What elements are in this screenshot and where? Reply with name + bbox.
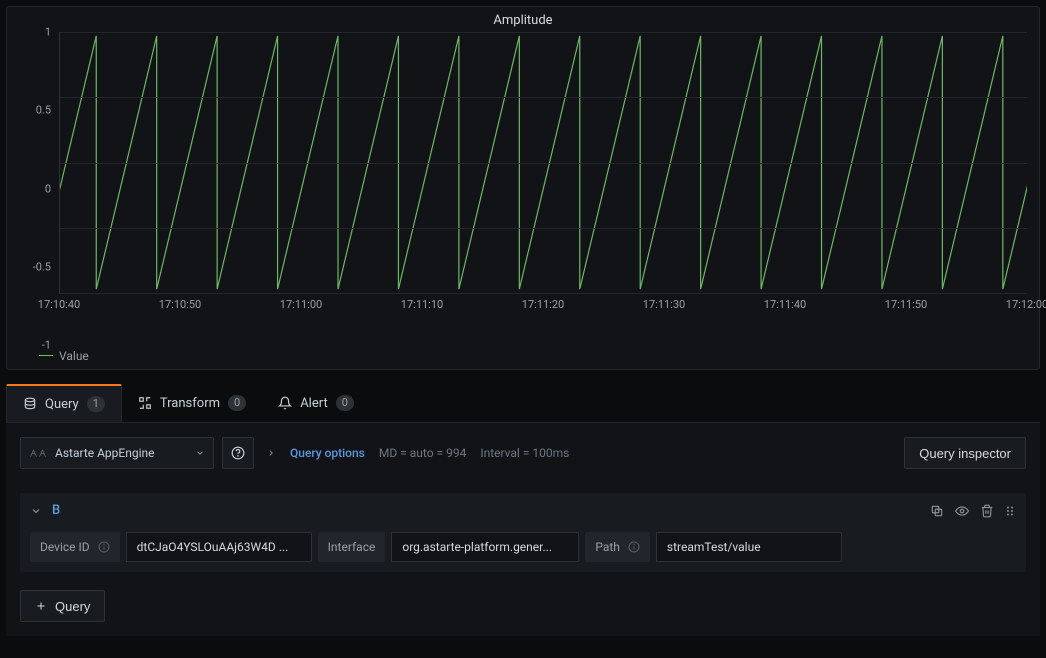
y-tick: -1 xyxy=(7,339,51,352)
x-tick: 17:11:20 xyxy=(522,298,564,311)
info-icon[interactable] xyxy=(628,541,640,553)
bell-icon xyxy=(278,396,292,410)
query-row: B Device ID xyxy=(20,493,1026,572)
x-tick: 17:10:50 xyxy=(159,298,201,311)
database-icon xyxy=(23,397,37,411)
query-ref-id[interactable]: B xyxy=(52,503,60,518)
x-tick: 17:11:50 xyxy=(885,298,927,311)
chart-area: 1 0.5 0 -0.5 -1 17:10:40 17:10:50 17:11:… xyxy=(7,32,1039,345)
device-id-input[interactable]: dtCJaO4YSLOuAAj63W4D ... xyxy=(126,532,312,562)
x-tick: 17:11:10 xyxy=(401,298,443,311)
query-options-toggle[interactable]: Query options xyxy=(290,446,365,460)
tab-alert[interactable]: Alert 0 xyxy=(262,384,370,422)
collapse-toggle[interactable] xyxy=(30,505,42,517)
eye-icon xyxy=(954,504,970,518)
panel-title: Amplitude xyxy=(7,7,1039,32)
info-icon[interactable] xyxy=(98,541,110,553)
query-row-actions xyxy=(930,504,1016,518)
query-row-header: B xyxy=(30,503,1016,518)
x-tick: 17:11:40 xyxy=(764,298,806,311)
chevron-right-icon[interactable] xyxy=(266,448,276,458)
device-id-label: Device ID xyxy=(30,532,120,562)
legend-swatch xyxy=(39,355,53,359)
query-fields: Device ID dtCJaO4YSLOuAAj63W4D ... Inter… xyxy=(30,532,1016,562)
tab-badge: 1 xyxy=(87,396,105,412)
toggle-visibility-button[interactable] xyxy=(954,504,970,518)
plot-area[interactable] xyxy=(59,32,1027,294)
query-inspector-button[interactable]: Query inspector xyxy=(904,437,1026,469)
x-axis: 17:10:40 17:10:50 17:11:00 17:11:10 17:1… xyxy=(59,294,1027,314)
y-tick: -0.5 xyxy=(7,260,51,273)
add-query-label: Query xyxy=(55,599,90,614)
query-options: Query options MD = auto = 994 Interval =… xyxy=(262,437,573,469)
y-tick: 0.5 xyxy=(7,104,51,117)
question-circle-icon xyxy=(231,446,245,460)
copy-icon xyxy=(930,504,944,518)
interface-input[interactable]: org.astarte-platform.gener... xyxy=(391,532,579,562)
tab-label: Transform xyxy=(160,396,220,411)
datasource-help-button[interactable] xyxy=(222,437,254,469)
grip-icon xyxy=(1004,504,1016,518)
interface-label: Interface xyxy=(318,532,386,562)
delete-query-button[interactable] xyxy=(980,504,994,518)
chart-panel: Amplitude 1 0.5 0 -0.5 -1 17:10:40 17:10… xyxy=(6,6,1040,370)
add-query-button[interactable]: Query xyxy=(20,590,105,622)
x-tick: 17:10:40 xyxy=(38,298,80,311)
legend[interactable]: Value xyxy=(7,345,1039,369)
query-options-md: MD = auto = 994 xyxy=(379,446,466,460)
x-tick: 17:11:30 xyxy=(643,298,685,311)
x-tick: 17:12:00 xyxy=(1006,298,1046,311)
plus-icon xyxy=(35,600,47,612)
tab-badge: 0 xyxy=(336,395,354,411)
transform-icon xyxy=(138,396,152,410)
query-editor: Astarte AppEngine Query options MD = aut… xyxy=(6,423,1040,636)
query-options-interval: Interval = 100ms xyxy=(480,446,569,460)
datasource-picker[interactable]: Astarte AppEngine xyxy=(20,437,214,469)
datasource-logo-icon xyxy=(29,447,47,459)
chevron-down-icon xyxy=(195,448,205,458)
path-label: Path xyxy=(585,532,650,562)
tab-badge: 0 xyxy=(228,395,246,411)
tab-query[interactable]: Query 1 xyxy=(6,384,122,422)
tab-bar: Query 1 Transform 0 Alert 0 xyxy=(6,384,1040,423)
path-input[interactable]: streamTest/value xyxy=(656,532,842,562)
y-tick: 0 xyxy=(7,182,51,195)
tab-transform[interactable]: Transform 0 xyxy=(122,384,262,422)
query-toolbar: Astarte AppEngine Query options MD = aut… xyxy=(20,437,1026,469)
trash-icon xyxy=(980,504,994,518)
x-tick: 17:11:00 xyxy=(280,298,322,311)
tab-label: Alert xyxy=(300,396,328,411)
datasource-name: Astarte AppEngine xyxy=(55,446,155,460)
drag-handle[interactable] xyxy=(1004,504,1016,518)
duplicate-query-button[interactable] xyxy=(930,504,944,518)
legend-label: Value xyxy=(59,349,89,363)
y-tick: 1 xyxy=(7,26,51,39)
tab-label: Query xyxy=(45,397,79,412)
